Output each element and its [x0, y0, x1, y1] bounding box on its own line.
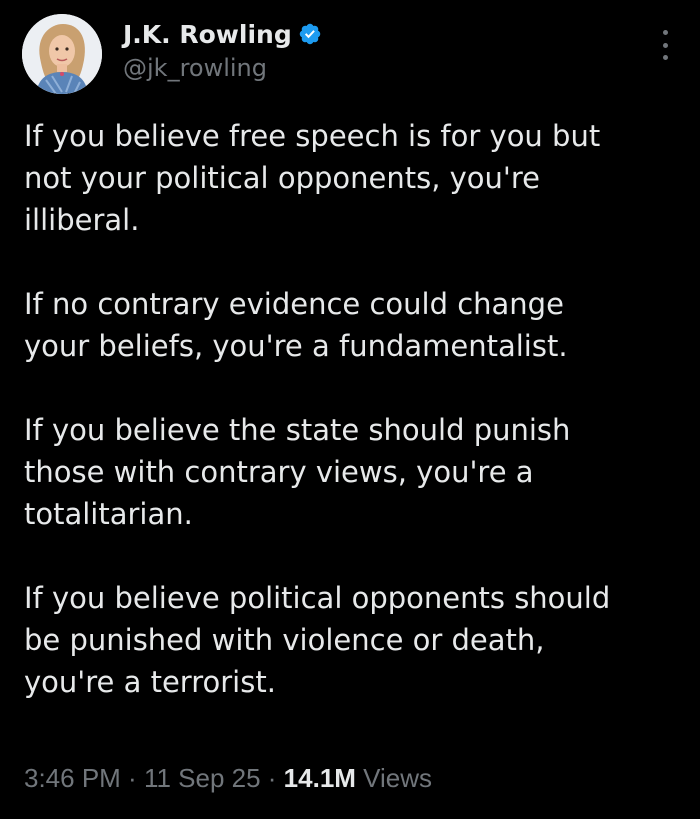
verified-badge-icon[interactable] — [298, 22, 322, 46]
tweet-date[interactable]: 11 Sep 25 — [144, 763, 261, 793]
meta-separator: · — [120, 763, 144, 793]
tweet-text: If you believe free speech is for you bu… — [24, 115, 684, 703]
author-avatar[interactable] — [22, 14, 102, 94]
more-dot — [662, 42, 668, 48]
tweet-paragraph: If no contrary evidence could change you… — [24, 287, 568, 363]
views-label: Views — [355, 763, 433, 793]
more-options-icon[interactable] — [658, 30, 672, 60]
meta-separator: · — [260, 763, 284, 793]
author-handle[interactable]: @jk_rowling — [123, 54, 267, 82]
author-name-row: J.K. Rowling — [123, 16, 322, 52]
views-count[interactable]: 14.1M — [284, 763, 356, 793]
tweet-paragraph: If you believe political opponents shoul… — [24, 581, 611, 699]
more-dot — [662, 55, 668, 60]
author-display-name[interactable]: J.K. Rowling — [123, 20, 292, 49]
more-dot — [662, 30, 668, 35]
tweet-time[interactable]: 3:46 PM — [24, 763, 121, 793]
tweet-paragraph: If you believe free speech is for you bu… — [24, 119, 601, 237]
tweet-paragraph: If you believe the state should punish t… — [24, 413, 571, 531]
tweet-card: J.K. Rowling @jk_rowling If you believe … — [0, 0, 700, 819]
profile-photo-icon — [22, 14, 102, 94]
tweet-meta: 3:46 PM · 11 Sep 25 · 14.1M Views — [24, 763, 432, 794]
